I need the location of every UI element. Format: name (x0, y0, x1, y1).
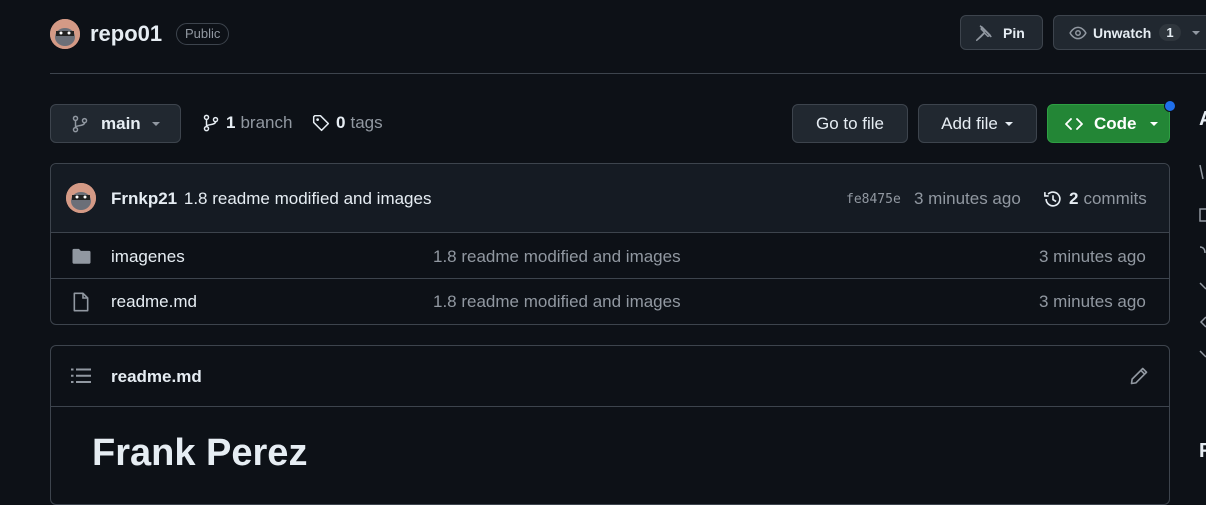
chevron-down-icon (1149, 119, 1159, 129)
tag-label: tags (350, 113, 383, 132)
git-branch-icon (71, 115, 89, 133)
branch-name: main (101, 113, 141, 133)
list-unordered-icon[interactable] (71, 367, 91, 385)
commits-link[interactable]: 2 commits (1043, 189, 1147, 209)
owner-avatar[interactable] (50, 19, 80, 49)
branch-count: 1 (226, 113, 236, 132)
branches-link[interactable]: 1 branch (202, 113, 292, 133)
watch-count: 1 (1159, 24, 1181, 41)
code-label: Code (1094, 113, 1137, 133)
file-commit-message[interactable]: 1.8 readme modified and images (433, 292, 681, 312)
commit-count: 2 (1069, 189, 1079, 208)
commit-author-avatar[interactable] (66, 183, 96, 213)
add-file-label: Add file (941, 113, 998, 133)
file-commit-message[interactable]: 1.8 readme modified and images (433, 247, 681, 267)
pin-label: Pin (1003, 24, 1025, 41)
tags-link[interactable]: 0 tags (312, 113, 383, 133)
commits-label: commits (1083, 189, 1147, 208)
pin-icon (975, 24, 993, 42)
readme-panel: readme.md Frank Perez (50, 345, 1170, 505)
chevron-down-icon (1004, 119, 1014, 129)
code-brackets-icon (1064, 115, 1084, 133)
folder-icon (71, 247, 92, 265)
code-button[interactable]: Code (1047, 104, 1170, 143)
commit-summary: Frnkp21 1.8 readme modified and images (111, 189, 431, 209)
file-name[interactable]: readme.md (111, 292, 197, 312)
file-row-imagenes: imagenes 1.8 readme modified and images … (51, 233, 1169, 278)
file-row-readme: readme.md 1.8 readme modified and images… (51, 279, 1169, 324)
history-icon (1043, 189, 1063, 209)
visibility-badge: Public (176, 23, 230, 45)
pencil-icon[interactable] (1129, 366, 1149, 386)
tag-count: 0 (336, 113, 346, 132)
sidebar-icons-peek (1199, 163, 1206, 373)
readme-filename[interactable]: readme.md (111, 367, 202, 387)
chevron-down-icon (151, 119, 161, 129)
about-heading-peek: A (1199, 108, 1206, 131)
unwatch-label: Unwatch (1093, 24, 1152, 41)
file-name[interactable]: imagenes (111, 247, 185, 267)
branch-label: branch (240, 113, 293, 132)
readme-header-divider (51, 406, 1169, 407)
eye-icon (1069, 24, 1087, 42)
file-icon (73, 292, 89, 312)
unwatch-button[interactable]: Unwatch 1 (1053, 15, 1206, 50)
header-divider (50, 73, 1206, 74)
go-to-file-button[interactable]: Go to file (792, 104, 908, 143)
chevron-down-icon (1191, 28, 1201, 38)
pin-button[interactable]: Pin (960, 15, 1043, 50)
add-file-button[interactable]: Add file (918, 104, 1037, 143)
git-branch-icon (202, 114, 220, 132)
commit-time: 3 minutes ago (914, 189, 1021, 208)
commit-sha[interactable]: fe8475e (846, 192, 901, 207)
repo-name[interactable]: repo01 (90, 21, 162, 47)
file-time: 3 minutes ago (1039, 292, 1146, 311)
footer-heading-peek: F (1199, 440, 1206, 462)
tag-icon (312, 114, 330, 132)
commit-message[interactable]: 1.8 readme modified and images (184, 189, 432, 208)
commit-author[interactable]: Frnkp21 (111, 189, 177, 208)
file-browser: Frnkp21 1.8 readme modified and images f… (50, 163, 1170, 325)
notification-dot (1164, 100, 1176, 112)
readme-heading: Frank Perez (92, 432, 308, 474)
branch-select-button[interactable]: main (50, 104, 181, 143)
file-time: 3 minutes ago (1039, 247, 1146, 266)
